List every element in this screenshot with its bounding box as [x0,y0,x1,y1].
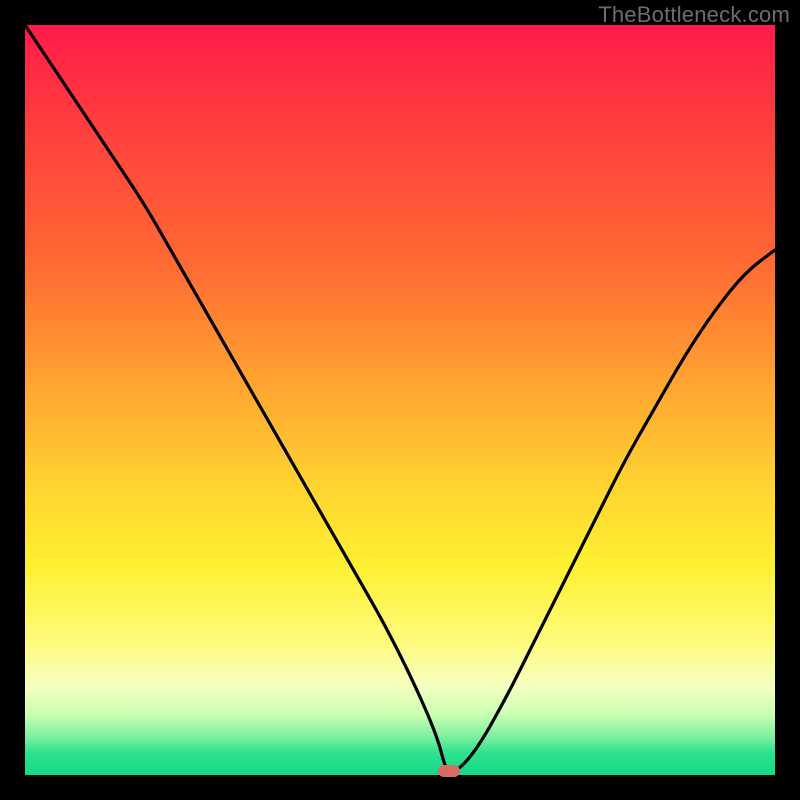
bottleneck-curve [25,25,775,775]
curve-path [25,25,775,772]
plot-area [25,25,775,775]
chart-frame: TheBottleneck.com [0,0,800,800]
optimum-marker [438,765,460,777]
watermark-text: TheBottleneck.com [598,2,790,28]
